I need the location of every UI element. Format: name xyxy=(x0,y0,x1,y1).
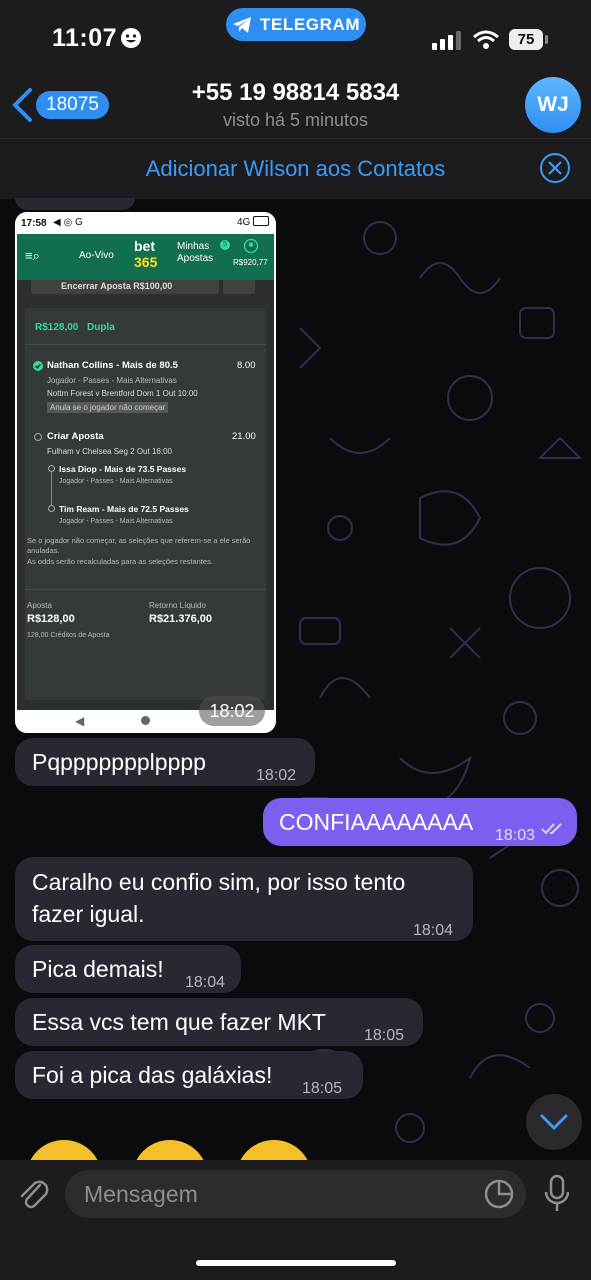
nav-live[interactable]: Ao-Vivo xyxy=(79,250,114,261)
nav-my-bets-1[interactable]: Minhas xyxy=(177,241,209,252)
chat-header: 18075 +55 19 98814 5834 visto há 5 minut… xyxy=(0,60,591,138)
status-time: 11:07 xyxy=(52,24,118,52)
message-bubble[interactable]: Essa vcs tem que fazer MKT 18:05 xyxy=(15,998,423,1046)
message-text: CONFIAAAAAAAA xyxy=(279,809,474,835)
home-indicator[interactable] xyxy=(196,1260,396,1266)
stake-label: Aposta xyxy=(27,601,52,610)
leg-2-title: Tim Ream - Mais de 72.5 Passes xyxy=(59,504,189,514)
screenshot-status-time: 17:58 xyxy=(21,218,47,229)
disclaimer-line-2: anuladas. xyxy=(27,546,60,555)
screenshot-battery-icon xyxy=(253,216,269,226)
avatar[interactable]: WJ xyxy=(525,77,581,133)
wifi-icon xyxy=(473,30,499,49)
screenshot-message[interactable]: 17:58 ◀ ◎ G 4G ≡⌕ Ao-Vivo bet 365 Minhas… xyxy=(15,212,276,733)
message-text: Pqppppppplpppp xyxy=(32,749,206,775)
microphone-icon[interactable] xyxy=(542,1174,572,1214)
message-text-line-2: fazer igual. xyxy=(32,901,145,927)
bet-card: R$128,00 Dupla Nathan Collins - Mais de … xyxy=(25,308,266,700)
selection-2-radio xyxy=(34,433,42,441)
chevron-down-icon xyxy=(540,1114,568,1131)
smiley-icon xyxy=(121,28,141,48)
menu-search-icon[interactable]: ≡⌕ xyxy=(25,248,40,264)
message-bubble[interactable]: Foi a pica das galáxias! 18:05 xyxy=(15,1051,363,1099)
cashout-button[interactable]: Encerrar Aposta R$100,00 xyxy=(31,280,219,294)
status-bar: 11:07 TELEGRAM 75 xyxy=(0,0,591,60)
message-bubble[interactable]: Pica demais! 18:04 xyxy=(15,945,241,993)
android-home-icon[interactable] xyxy=(141,716,150,725)
message-text-line-1: Caralho eu confio sim, por isso tento xyxy=(32,869,406,895)
selection-1-event: Nottm Forest v Brentford Dom 1 Out 10:00 xyxy=(47,389,198,398)
message-time: 18:05 xyxy=(364,1027,405,1044)
selection-2-odds: 21.00 xyxy=(232,431,256,442)
selection-1-note: Anula se o jogador não começar xyxy=(47,402,169,413)
add-contact-bar: Adicionar Wilson aos Contatos xyxy=(0,138,591,199)
chat-title[interactable]: +55 19 98814 5834 xyxy=(0,79,591,107)
selection-1-odds: 8.00 xyxy=(237,360,256,371)
message-bubble[interactable]: Caralho eu confio sim, por isso tento fa… xyxy=(15,857,473,941)
android-back-icon[interactable]: ◀ xyxy=(75,714,84,728)
my-bets-badge: 5 xyxy=(220,240,230,250)
bet-slip: Encerrar Aposta R$100,00 R$128,00 Dupla … xyxy=(17,280,274,710)
disclaimer-line-1: Se o jogador não começar, as seleções qu… xyxy=(27,536,251,545)
nav-my-bets-2[interactable]: Apostas xyxy=(177,253,213,264)
paperclip-icon[interactable] xyxy=(16,1175,50,1213)
selection-2-event: Fulham v Chelsea Seg 2 Out 16:00 xyxy=(47,447,172,456)
screenshot-status-bar: 17:58 ◀ ◎ G 4G xyxy=(15,212,276,234)
double-check-icon xyxy=(541,823,562,835)
telegram-pill-label: TELEGRAM xyxy=(259,14,361,34)
telegram-plane-icon xyxy=(232,16,251,33)
scroll-down-button[interactable] xyxy=(526,1094,582,1150)
close-icon[interactable] xyxy=(539,152,571,184)
return-label: Retorno Líquido xyxy=(149,601,206,610)
leg-1-market: Jogador - Passes - Mais Alternativas xyxy=(59,478,173,485)
signal-icon xyxy=(432,31,461,50)
stake-value: R$128,00 xyxy=(27,613,75,625)
add-contact-button[interactable]: Adicionar Wilson aos Contatos xyxy=(0,156,591,182)
bet365-logo-bottom: 365 xyxy=(134,254,158,270)
screenshot-time: 18:02 xyxy=(199,696,265,726)
battery-indicator: 75 xyxy=(509,29,543,50)
bet-stake: R$128,00 xyxy=(35,322,79,333)
message-text: Essa vcs tem que fazer MKT xyxy=(32,1009,326,1035)
battery-tip xyxy=(545,35,548,44)
return-value: R$21.376,00 xyxy=(149,613,212,625)
disclaimer-line-3: As odds serão recalculadas para as seleç… xyxy=(27,557,213,566)
message-time: 18:04 xyxy=(413,922,454,939)
previous-bubble-edge xyxy=(15,198,135,210)
message-input-placeholder: Mensagem xyxy=(84,1181,198,1207)
message-time: 18:05 xyxy=(302,1080,343,1097)
message-text: Pica demais! xyxy=(32,956,164,982)
message-time: 18:02 xyxy=(256,767,297,784)
screenshot-status-net: 4G xyxy=(237,217,251,228)
leg-2-market: Jogador - Passes - Mais Alternativas xyxy=(59,518,173,525)
account-icon[interactable] xyxy=(243,238,259,254)
leg-1-title: Issa Diop - Mais de 73.5 Passes xyxy=(59,464,187,474)
message-bubble[interactable]: Pqppppppplpppp 18:02 xyxy=(15,738,315,786)
check-icon xyxy=(33,361,43,371)
bet-type: Dupla xyxy=(87,322,115,333)
screenshot-status-icons: ◀ ◎ G xyxy=(53,217,83,228)
message-time: 18:03 xyxy=(495,827,536,844)
account-balance: R$920,77 xyxy=(233,258,268,267)
telegram-pill[interactable]: TELEGRAM xyxy=(226,8,366,41)
selection-2-title: Criar Aposta xyxy=(47,431,104,442)
sticker-icon[interactable] xyxy=(483,1178,515,1210)
last-seen: visto há 5 minutos xyxy=(222,110,369,130)
bet365-logo-top: bet xyxy=(134,238,155,254)
outgoing-message-bubble[interactable]: CONFIAAAAAAAA 18:03 xyxy=(263,798,577,846)
bet365-nav: ≡⌕ Ao-Vivo bet 365 Minhas Apostas 5 R$92… xyxy=(17,234,274,280)
message-text: Foi a pica das galáxias! xyxy=(32,1062,273,1088)
message-time: 18:04 xyxy=(185,974,226,991)
credits-text: 128,00 Créditos de Aposta xyxy=(27,632,110,639)
selection-1-title: Nathan Collins - Mais de 80.5 xyxy=(47,360,178,371)
selection-1-market: Jogador - Passes - Mais Alternativas xyxy=(47,376,177,385)
cashout-settings-icon[interactable] xyxy=(223,280,255,294)
